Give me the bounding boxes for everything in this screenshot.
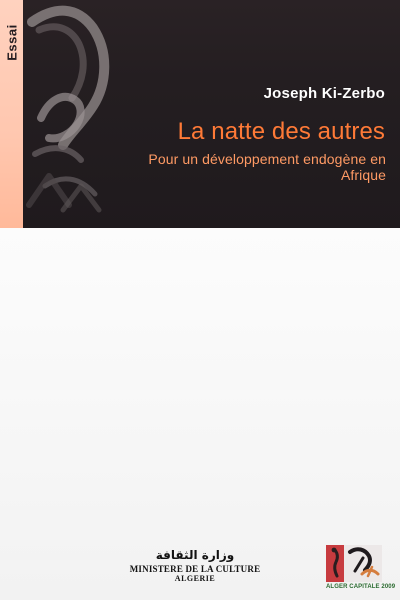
series-tab-label-wrap: Essai bbox=[4, 12, 20, 72]
book-subtitle: Pour un développement endogène en Afriqu… bbox=[148, 151, 386, 183]
series-tab: Essai bbox=[0, 0, 23, 228]
ministry-arabic-text: وزارة الثقافة bbox=[155, 548, 235, 562]
book-title: La natte des autres bbox=[177, 118, 385, 145]
festival-logo-icon bbox=[326, 545, 382, 582]
ministry-french-text: MINISTERE DE LA CULTURE bbox=[129, 564, 261, 574]
author-name: Joseph Ki-Zerbo bbox=[263, 85, 385, 102]
ministry-country-text: ALGERIE bbox=[174, 574, 216, 583]
ministry-block: وزارة الثقافة MINISTERE DE LA CULTURE AL… bbox=[125, 548, 265, 584]
festival-logo: ALGER CAPITALE 2009 bbox=[326, 545, 396, 595]
series-tab-label: Essai bbox=[4, 23, 20, 61]
top-band bbox=[0, 0, 400, 228]
festival-logo-caption: ALGER CAPITALE 2009 bbox=[326, 584, 396, 590]
book-cover: Essai Joseph Ki-Zerbo La natte des autre… bbox=[0, 0, 400, 600]
